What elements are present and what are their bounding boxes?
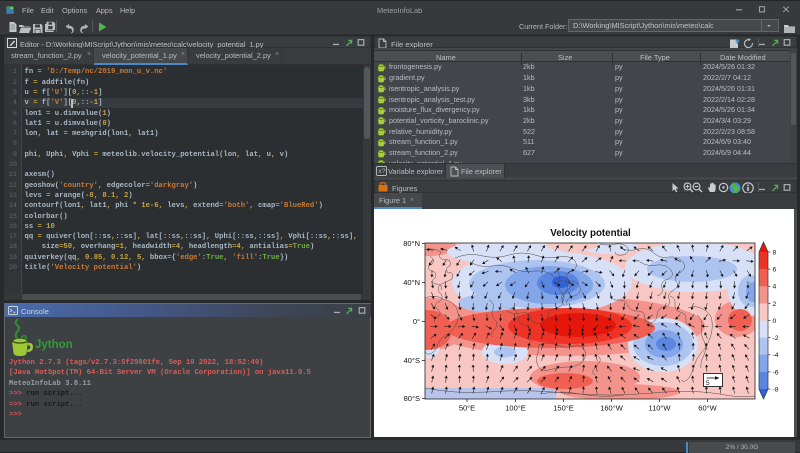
svg-text:60°W: 60°W (698, 404, 717, 413)
svg-text:110°W: 110°W (648, 404, 671, 413)
svg-text:0: 0 (773, 318, 777, 325)
svg-text:80°N: 80°N (403, 239, 420, 248)
svg-text:6: 6 (773, 267, 777, 274)
svg-text:4: 4 (773, 284, 777, 291)
svg-text:Velocity potential: Velocity potential (550, 228, 631, 239)
svg-text:-6: -6 (773, 369, 779, 376)
svg-text:5: 5 (706, 380, 710, 387)
svg-text:40°S: 40°S (404, 356, 420, 365)
svg-text:Jython: Jython (35, 339, 73, 351)
svg-text:50°E: 50°E (459, 404, 475, 413)
svg-text:2: 2 (773, 301, 777, 308)
svg-text:-4: -4 (773, 352, 779, 359)
svg-text:100°E: 100°E (505, 404, 526, 413)
svg-text:150°E: 150°E (553, 404, 574, 413)
svg-text:x?: x? (378, 168, 386, 175)
svg-text:160°W: 160°W (600, 404, 624, 413)
svg-text:-8: -8 (773, 386, 779, 393)
svg-text:0°: 0° (413, 317, 420, 326)
svg-text:40°N: 40°N (403, 278, 420, 287)
svg-text:80°S: 80°S (404, 394, 420, 403)
svg-text:8: 8 (773, 249, 777, 256)
svg-text:-2: -2 (773, 335, 779, 342)
